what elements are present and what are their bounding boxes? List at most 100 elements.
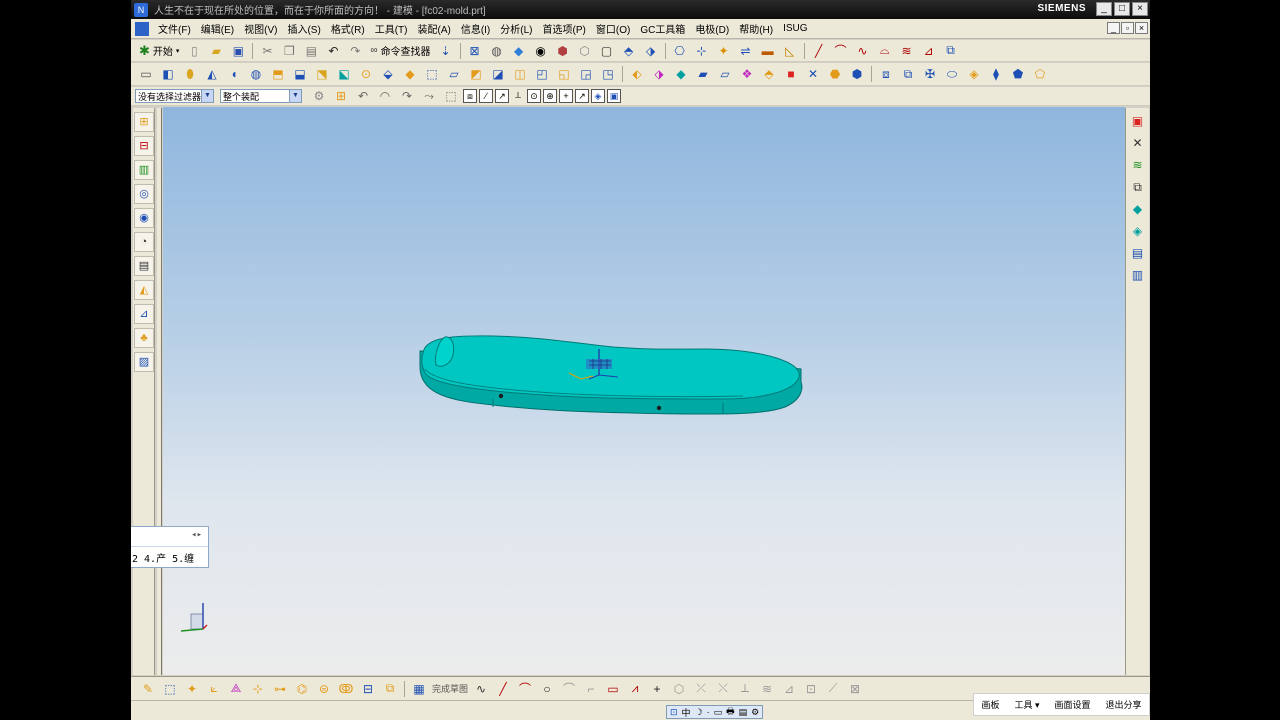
ruler-icon[interactable]: ◺ [781,42,799,60]
menu-electrode[interactable]: 电极(D) [690,21,734,36]
sketch-dim-auto-icon[interactable]: ⊿ [780,680,798,698]
screen-settings-button[interactable]: 画面设置 [1054,698,1090,711]
part-navigator-icon[interactable]: ▥ [134,160,154,180]
sketch-polygon-icon[interactable]: ⬡ [670,680,688,698]
pocket-icon[interactable]: ◆ [401,65,419,83]
measure-icon[interactable]: ⊹ [693,42,711,60]
orient-view-icon[interactable]: ◆ [510,42,528,60]
wireframe-icon[interactable]: ⬡ [576,42,594,60]
sketch-quick-trim-icon[interactable]: ⤫ [692,680,710,698]
group-face-icon[interactable]: ⬢ [848,65,866,83]
tools-dropdown[interactable]: 工具 ▾ [1014,698,1039,711]
cone-icon[interactable]: ◭ [203,65,221,83]
manufacturing-wizard-icon[interactable]: ⊿ [134,304,154,324]
snap-point-on-curve-icon[interactable]: ↗ [575,89,589,103]
split-body-icon[interactable]: ◳ [599,65,617,83]
menu-gc-toolkit[interactable]: GC工具箱 [635,21,690,36]
menu-analysis[interactable]: 分析(L) [495,21,537,36]
undo-icon[interactable]: ↶ [324,42,342,60]
sketch-show-constraints-icon[interactable]: ⊠ [846,680,864,698]
pattern-face-icon[interactable]: ❖ [738,65,756,83]
exit-share-button[interactable]: 退出分享 [1105,698,1141,711]
pad-icon[interactable]: ⬚ [423,65,441,83]
path-selection-icon[interactable]: ⤳ [420,87,438,105]
groove-icon[interactable]: ◩ [467,65,485,83]
surface-through-curves-icon[interactable]: ⧈ [877,65,895,83]
candidate-list[interactable]: 2 4.产 5.缠 [131,547,208,568]
slot-icon[interactable]: ▱ [445,65,463,83]
candidate-page-arrows[interactable]: ◂▸ [191,530,202,540]
feature-rule-icon[interactable]: ⊞ [332,87,350,105]
trimmed-sheet-icon[interactable]: ◈ [965,65,983,83]
curve-rule-icon[interactable]: ↶ [354,87,372,105]
constraint-navigator-icon[interactable]: ⊟ [134,136,154,156]
sphere-icon[interactable]: ◖ [225,65,243,83]
menu-view[interactable]: 视图(V) [239,21,282,36]
whiteboard-button[interactable]: 画板 [981,698,999,711]
web-browser-icon[interactable]: ◉ [134,208,154,228]
reuse-library-icon[interactable]: ◎ [134,184,154,204]
snap-intersection-icon[interactable]: ⟂ [511,89,525,103]
mirror-face-icon[interactable]: ⬘ [760,65,778,83]
wcs-icon[interactable]: ⎔ [671,42,689,60]
boss-icon[interactable]: ⬙ [379,65,397,83]
line-icon[interactable]: ╱ [810,42,828,60]
draft-icon[interactable]: ◱ [555,65,573,83]
sketch-dimension-icon[interactable]: ⟁ [227,680,245,698]
extrude-icon[interactable]: ⬒ [269,65,287,83]
box-select-icon[interactable]: ⬚ [442,87,460,105]
chamfer-icon[interactable]: ◫ [511,65,529,83]
fit-view-icon[interactable]: ⊠ [466,42,484,60]
new-file-icon[interactable]: ▯ [185,42,203,60]
sketch-convert-reference-icon[interactable]: ⟋ [824,680,842,698]
shell-icon[interactable]: ◰ [533,65,551,83]
background-icon[interactable]: ▢ [598,42,616,60]
nx-app-icon[interactable]: N [134,2,148,17]
menu-insert[interactable]: 插入(S) [282,21,325,36]
ruled-surface-icon[interactable]: ⧉ [899,65,917,83]
sketch-constraint-icon[interactable]: ⟀ [205,680,223,698]
profile-icon[interactable]: ∿ [472,680,490,698]
sketch-intersect-icon[interactable]: ⊟ [359,680,377,698]
paste-icon[interactable]: ▤ [302,42,320,60]
surface-mesh-icon[interactable]: ✠ [921,65,939,83]
finish-sketch-label[interactable]: 完成草图 [432,682,468,695]
sketch-fillet-icon[interactable]: ⌒ [560,680,578,698]
snap-control-point-icon[interactable]: ↗ [495,89,509,103]
new-part-icon[interactable]: ▭ [137,65,155,83]
sketch-rectangle-icon[interactable]: ▭ [604,680,622,698]
sketch-point-add-icon[interactable]: + [648,680,666,698]
menu-information[interactable]: 信息(I) [456,21,495,36]
sketch-offset-icon[interactable]: ⊶ [271,680,289,698]
menu-window[interactable]: 窗口(O) [591,21,635,36]
menu-edit[interactable]: 编辑(E) [196,21,239,36]
snap-quadrant-icon[interactable]: ⊕ [543,89,557,103]
sketch-trim-icon[interactable]: ⊹ [249,680,267,698]
spline-icon[interactable]: ∿ [854,42,872,60]
transform-icon[interactable]: ⇌ [737,42,755,60]
start-button[interactable]: ✱ 开始 ▾ [139,42,179,60]
linked-face-icon[interactable]: ⬣ [826,65,844,83]
sketch-mirror-icon[interactable]: ⊜ [315,680,333,698]
command-finder-button[interactable]: ∞ 命令查找器 [370,42,430,60]
hide-icon[interactable]: ✕ [1129,134,1147,152]
offset-curve-icon[interactable]: ≋ [898,42,916,60]
insole-part-model[interactable] [419,335,803,415]
offset-face-icon[interactable]: ⬖ [628,65,646,83]
snap-existing-point-icon[interactable]: + [559,89,573,103]
work-layer-icon[interactable]: ⬘ [620,42,638,60]
nx-menu-icon[interactable] [135,21,149,36]
torus-icon[interactable]: ◍ [247,65,265,83]
block-icon[interactable]: ◧ [159,65,177,83]
sketch-make-corner-icon[interactable]: ⟂ [736,680,754,698]
sketch-quick-extend-icon[interactable]: ⤬ [714,680,732,698]
synchronous-icon[interactable]: ■ [782,65,800,83]
sew-icon[interactable]: ⧫ [987,65,1005,83]
snap-endpoint-icon[interactable]: ⧈ [463,89,477,103]
extrude-curve-icon[interactable]: ⌓ [876,42,894,60]
ime-keyboard-icon[interactable]: ▭ [714,707,723,718]
sweep-icon[interactable]: ⬔ [313,65,331,83]
sketch-geometric-constraint-icon[interactable]: ⊡ [802,680,820,698]
delete-face-icon[interactable]: ▰ [694,65,712,83]
wave-geometry-icon[interactable]: ▥ [1129,266,1147,284]
